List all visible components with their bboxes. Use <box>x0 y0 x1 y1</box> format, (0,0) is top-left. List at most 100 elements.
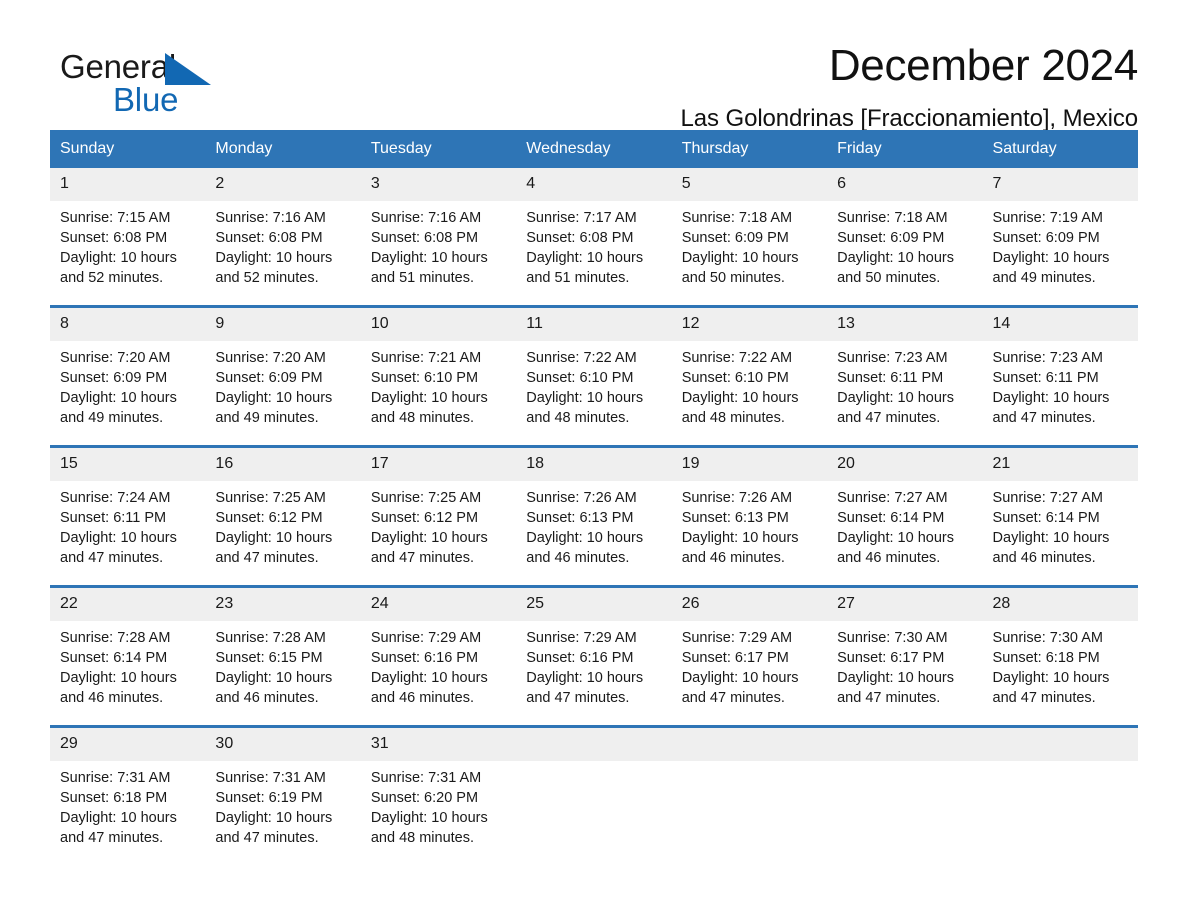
weekday-header-thursday: Thursday <box>681 140 749 157</box>
weekday-header-monday: Monday <box>215 140 273 157</box>
sunset-text: Sunset: 6:20 PM <box>370 790 479 806</box>
day-number[interactable]: 14 <box>983 308 1138 341</box>
day-cell[interactable]: Sunrise: 7:31 AM Sunset: 6:18 PM Dayligh… <box>50 761 205 865</box>
day-cell[interactable]: Sunrise: 7:24 AM Sunset: 6:11 PM Dayligh… <box>50 481 205 585</box>
daylight-text-cont: and 52 minutes. <box>60 270 164 286</box>
day-number[interactable]: 17 <box>361 448 516 481</box>
day-cell[interactable]: Sunrise: 7:29 AM Sunset: 6:16 PM Dayligh… <box>361 621 516 725</box>
daylight-text: Daylight: 10 hours <box>526 390 644 406</box>
day-cell[interactable]: Sunrise: 7:15 AM Sunset: 6:08 PM Dayligh… <box>50 201 205 305</box>
day-number-band: 1 2 3 4 5 6 7 <box>50 168 1138 201</box>
day-number[interactable]: 12 <box>672 308 827 341</box>
day-cell[interactable]: Sunrise: 7:31 AM Sunset: 6:20 PM Dayligh… <box>361 761 516 865</box>
day-cell[interactable]: Sunrise: 7:21 AM Sunset: 6:10 PM Dayligh… <box>361 341 516 445</box>
day-number[interactable]: 26 <box>672 588 827 621</box>
daylight-text-cont: and 48 minutes. <box>681 410 785 426</box>
day-number-empty <box>672 728 827 761</box>
sunrise-text: Sunrise: 7:31 AM <box>60 770 171 786</box>
daylight-text-cont: and 51 minutes. <box>526 270 630 286</box>
day-cell[interactable]: Sunrise: 7:18 AM Sunset: 6:09 PM Dayligh… <box>827 201 982 305</box>
day-number[interactable]: 25 <box>516 588 671 621</box>
calendar-week-row: 29 30 31 Sunrise: 7:31 AM Sunset: 6:18 P… <box>50 725 1138 865</box>
day-cell[interactable]: Sunrise: 7:17 AM Sunset: 6:08 PM Dayligh… <box>516 201 671 305</box>
daylight-text: Daylight: 10 hours <box>681 670 799 686</box>
day-cell[interactable]: Sunrise: 7:18 AM Sunset: 6:09 PM Dayligh… <box>672 201 827 305</box>
day-number[interactable]: 1 <box>50 168 205 201</box>
daylight-text-cont: and 47 minutes. <box>837 410 941 426</box>
day-number[interactable]: 20 <box>827 448 982 481</box>
sunset-text: Sunset: 6:17 PM <box>681 650 789 666</box>
day-cell[interactable]: Sunrise: 7:29 AM Sunset: 6:16 PM Dayligh… <box>516 621 671 725</box>
daylight-text: Daylight: 10 hours <box>215 530 333 546</box>
daylight-text: Daylight: 10 hours <box>60 390 177 406</box>
day-number[interactable]: 4 <box>516 168 671 201</box>
day-number[interactable]: 8 <box>50 308 205 341</box>
day-cell[interactable]: Sunrise: 7:22 AM Sunset: 6:10 PM Dayligh… <box>516 341 671 445</box>
day-number[interactable]: 2 <box>205 168 360 201</box>
day-cell[interactable]: Sunrise: 7:22 AM Sunset: 6:10 PM Dayligh… <box>672 341 827 445</box>
day-cell[interactable]: Sunrise: 7:30 AM Sunset: 6:17 PM Dayligh… <box>827 621 982 725</box>
day-cell[interactable]: Sunrise: 7:23 AM Sunset: 6:11 PM Dayligh… <box>827 341 982 445</box>
sunrise-text: Sunrise: 7:29 AM <box>681 630 793 646</box>
day-cell[interactable]: Sunrise: 7:16 AM Sunset: 6:08 PM Dayligh… <box>205 201 360 305</box>
day-cell[interactable]: Sunrise: 7:26 AM Sunset: 6:13 PM Dayligh… <box>672 481 827 585</box>
day-cell[interactable]: Sunrise: 7:29 AM Sunset: 6:17 PM Dayligh… <box>672 621 827 725</box>
day-cell[interactable]: Sunrise: 7:25 AM Sunset: 6:12 PM Dayligh… <box>205 481 360 585</box>
day-number[interactable]: 10 <box>361 308 516 341</box>
day-number[interactable]: 30 <box>205 728 360 761</box>
day-number[interactable]: 19 <box>672 448 827 481</box>
day-number-band: 15 16 17 18 19 20 21 <box>50 448 1138 481</box>
day-cell[interactable]: Sunrise: 7:27 AM Sunset: 6:14 PM Dayligh… <box>983 481 1138 585</box>
day-number[interactable]: 31 <box>361 728 516 761</box>
daylight-text-cont: and 47 minutes. <box>992 690 1096 706</box>
sunset-text: Sunset: 6:08 PM <box>60 230 168 246</box>
day-cell[interactable]: Sunrise: 7:28 AM Sunset: 6:14 PM Dayligh… <box>50 621 205 725</box>
day-number[interactable]: 11 <box>516 308 671 341</box>
sunset-text: Sunset: 6:08 PM <box>526 230 634 246</box>
weekday-header-wednesday: Wednesday <box>526 140 611 157</box>
sunset-text: Sunset: 6:14 PM <box>60 650 168 666</box>
day-cell[interactable]: Sunrise: 7:19 AM Sunset: 6:09 PM Dayligh… <box>983 201 1138 305</box>
daylight-text-cont: and 46 minutes. <box>681 550 785 566</box>
daylight-text-cont: and 48 minutes. <box>370 410 475 426</box>
day-cell[interactable]: Sunrise: 7:26 AM Sunset: 6:13 PM Dayligh… <box>516 481 671 585</box>
weekday-header-sunday: Sunday <box>60 140 115 157</box>
sunset-text: Sunset: 6:10 PM <box>681 370 789 386</box>
day-cell[interactable]: Sunrise: 7:20 AM Sunset: 6:09 PM Dayligh… <box>205 341 360 445</box>
day-cell[interactable]: Sunrise: 7:20 AM Sunset: 6:09 PM Dayligh… <box>50 341 205 445</box>
day-number[interactable]: 7 <box>983 168 1138 201</box>
day-number[interactable]: 9 <box>205 308 360 341</box>
day-cell[interactable]: Sunrise: 7:23 AM Sunset: 6:11 PM Dayligh… <box>983 341 1138 445</box>
day-number[interactable]: 24 <box>361 588 516 621</box>
day-detail-band: Sunrise: 7:15 AM Sunset: 6:08 PM Dayligh… <box>50 201 1138 305</box>
day-number[interactable]: 5 <box>672 168 827 201</box>
day-number[interactable]: 27 <box>827 588 982 621</box>
day-number[interactable]: 15 <box>50 448 205 481</box>
sunset-text: Sunset: 6:12 PM <box>370 510 479 526</box>
day-cell[interactable]: Sunrise: 7:30 AM Sunset: 6:18 PM Dayligh… <box>983 621 1138 725</box>
day-number[interactable]: 29 <box>50 728 205 761</box>
day-number[interactable]: 6 <box>827 168 982 201</box>
day-cell[interactable]: Sunrise: 7:28 AM Sunset: 6:15 PM Dayligh… <box>205 621 360 725</box>
day-number[interactable]: 23 <box>205 588 360 621</box>
day-cell[interactable]: Sunrise: 7:27 AM Sunset: 6:14 PM Dayligh… <box>827 481 982 585</box>
day-number[interactable]: 28 <box>983 588 1138 621</box>
day-cell[interactable]: Sunrise: 7:16 AM Sunset: 6:08 PM Dayligh… <box>361 201 516 305</box>
day-number[interactable]: 16 <box>205 448 360 481</box>
day-cell[interactable]: Sunrise: 7:25 AM Sunset: 6:12 PM Dayligh… <box>361 481 516 585</box>
daylight-text: Daylight: 10 hours <box>215 250 333 266</box>
day-number[interactable]: 3 <box>361 168 516 201</box>
day-number-band: 29 30 31 <box>50 728 1138 761</box>
day-number[interactable]: 13 <box>827 308 982 341</box>
day-number[interactable]: 22 <box>50 588 205 621</box>
generalblue-logo[interactable]: General Blue <box>60 48 320 118</box>
daylight-text-cont: and 48 minutes. <box>526 410 630 426</box>
sunrise-text: Sunrise: 7:16 AM <box>370 210 482 226</box>
day-cell-empty <box>516 761 671 865</box>
daylight-text-cont: and 51 minutes. <box>370 270 475 286</box>
day-cell[interactable]: Sunrise: 7:31 AM Sunset: 6:19 PM Dayligh… <box>205 761 360 865</box>
day-number[interactable]: 18 <box>516 448 671 481</box>
sunrise-text: Sunrise: 7:23 AM <box>992 350 1103 366</box>
sunset-text: Sunset: 6:18 PM <box>60 790 168 806</box>
day-number[interactable]: 21 <box>983 448 1138 481</box>
